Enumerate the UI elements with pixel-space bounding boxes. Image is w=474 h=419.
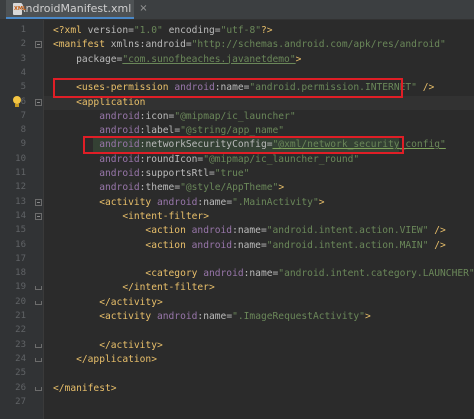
code-line[interactable]: <activity android:name=".ImageRequestAct… (44, 310, 474, 324)
code-line[interactable]: android:theme="@style/AppTheme"> (44, 181, 474, 195)
code-line[interactable]: <?xml version="1.0" encoding="utf-8"?> (44, 24, 474, 38)
line-number: 8 (20, 125, 26, 136)
line-number: 2 (20, 39, 26, 50)
tab-label: AndroidManifest.xml (18, 2, 132, 15)
code-line[interactable] (44, 367, 474, 381)
line-number: 17 (15, 253, 26, 264)
line-number: 7 (20, 110, 26, 121)
line-number-gutter: 1 2 3 4 5 6 7 8 9 10 11 12 13 14 15 16 17 18 19 20 21 22 23 24 2… (0, 20, 44, 419)
tab-android-manifest[interactable]: XML AndroidManifest.xml × (6, 0, 148, 19)
code-line[interactable]: <action android:name="android.intent.act… (44, 224, 474, 238)
code-line[interactable] (44, 253, 474, 267)
fold-end-icon (35, 300, 42, 305)
line-number: 27 (15, 396, 26, 407)
code-line[interactable]: android:roundIcon="@mipmap/ic_launcher_r… (44, 153, 474, 167)
line-number: 5 (20, 82, 26, 93)
line-number: 11 (15, 168, 26, 178)
line-number: 15 (15, 225, 26, 236)
line-number: 22 (15, 325, 26, 336)
code-line[interactable] (44, 324, 474, 338)
code-line[interactable]: package="com.sunofbeaches.javanetdemo"> (44, 53, 474, 67)
intention-bulb-icon[interactable] (12, 96, 22, 108)
code-line[interactable]: </activity> (44, 339, 474, 353)
line-number: 4 (20, 67, 26, 78)
line-number: 20 (15, 296, 26, 307)
line-number: 9 (20, 139, 26, 150)
network-security-config-highlight-box (83, 136, 404, 155)
code-line[interactable]: </manifest> (44, 382, 474, 396)
uses-permission-highlight-box (53, 78, 403, 99)
line-number: 21 (15, 311, 26, 321)
line-number: 13 (15, 196, 26, 207)
code-line[interactable]: <intent-filter> (44, 210, 474, 224)
fold-end-icon (35, 286, 42, 291)
line-number: 12 (15, 182, 26, 193)
code-line[interactable]: <category android:name="android.intent.c… (44, 267, 474, 281)
fold-end-icon (35, 386, 42, 391)
code-line[interactable] (44, 396, 474, 410)
code-editor[interactable]: <?xml version="1.0" encoding="utf-8"?> <m… (44, 20, 474, 419)
fold-end-icon (35, 357, 42, 362)
fold-end-icon (35, 343, 42, 348)
line-number: 10 (15, 153, 26, 164)
line-number: 23 (15, 339, 26, 350)
line-number: 24 (15, 353, 26, 364)
code-line[interactable]: android:icon="@mipmap/ic_launcher" (44, 110, 474, 124)
line-number: 25 (15, 368, 26, 379)
code-line[interactable]: <action android:name="android.intent.act… (44, 239, 474, 253)
fold-toggle-icon[interactable] (35, 212, 42, 220)
fold-toggle-icon[interactable] (35, 98, 42, 106)
line-number: 19 (15, 282, 26, 293)
line-number: 16 (15, 239, 26, 250)
line-number: 14 (15, 210, 26, 221)
close-tab-icon[interactable]: × (139, 3, 147, 14)
code-line[interactable]: </application> (44, 353, 474, 367)
editor-tab-bar: XML AndroidManifest.xml × (0, 0, 474, 20)
code-line[interactable]: </intent-filter> (44, 281, 474, 295)
code-line[interactable]: android:supportsRtl="true" (44, 167, 474, 181)
fold-toggle-icon[interactable] (35, 41, 42, 49)
code-line[interactable]: </activity> (44, 296, 474, 310)
line-number: 26 (15, 382, 26, 393)
code-line[interactable]: <activity android:name=".MainActivity"> (44, 196, 474, 210)
line-number: 1 (20, 25, 26, 35)
code-line[interactable]: <manifest xmlns:android="http://schemas.… (44, 38, 474, 52)
line-number: 18 (15, 268, 26, 279)
fold-toggle-icon[interactable] (35, 198, 42, 206)
line-number: 3 (20, 53, 26, 64)
